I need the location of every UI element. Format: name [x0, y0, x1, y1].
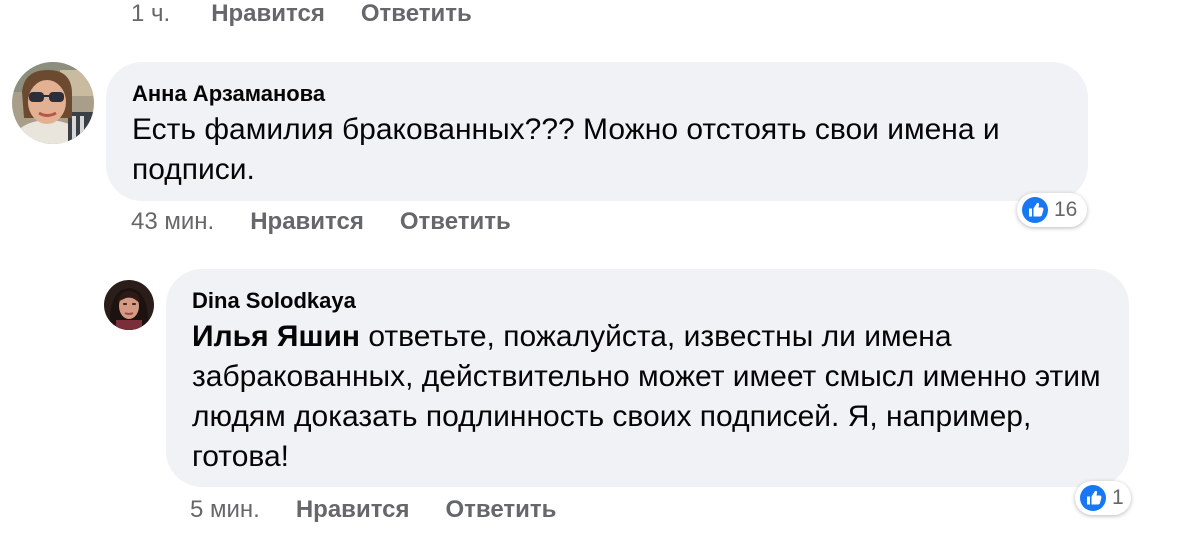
comment-actions: 5 мин. Нравится Ответить — [190, 495, 556, 525]
like-button[interactable]: Нравится — [211, 0, 325, 28]
comment-author[interactable]: Анна Арзаманова — [132, 82, 1062, 106]
like-button[interactable]: Нравится — [296, 496, 410, 524]
comment-timestamp[interactable]: 43 мин. — [131, 208, 214, 236]
reaction-count: 1 — [1112, 486, 1124, 509]
comment-text: Есть фамилия бракованных??? Можно отстоя… — [132, 113, 1000, 186]
avatar[interactable] — [12, 62, 94, 144]
comment-timestamp[interactable]: 1 ч. — [131, 0, 170, 28]
comment-author[interactable]: Dina Solodkaya — [192, 289, 1103, 313]
reactions-summary[interactable]: 1 — [1075, 481, 1131, 515]
comment-actions: 43 мин. Нравится Ответить — [131, 207, 511, 237]
like-icon — [1022, 197, 1048, 223]
reply-button[interactable]: Ответить — [400, 208, 511, 236]
comment-bubble: Анна Арзаманова Есть фамилия бракованных… — [106, 62, 1088, 201]
mention-link[interactable]: Илья Яшин — [192, 320, 360, 353]
avatar[interactable] — [104, 280, 154, 330]
comment-bubble: Dina Solodkaya Илья Яшин ответьте, пожал… — [166, 269, 1129, 487]
comment-text: Илья Яшин ответьте, пожалуйста, известны… — [192, 317, 1103, 477]
reply-button[interactable]: Ответить — [445, 496, 556, 524]
previous-comment-actions: 1 ч. Нравится Ответить — [131, 0, 472, 28]
reactions-summary[interactable]: 16 — [1017, 193, 1087, 227]
comment-timestamp[interactable]: 5 мин. — [190, 496, 260, 524]
like-button[interactable]: Нравится — [250, 208, 364, 236]
like-icon — [1080, 485, 1106, 511]
reply-button[interactable]: Ответить — [361, 0, 472, 28]
reaction-count: 16 — [1054, 198, 1078, 221]
